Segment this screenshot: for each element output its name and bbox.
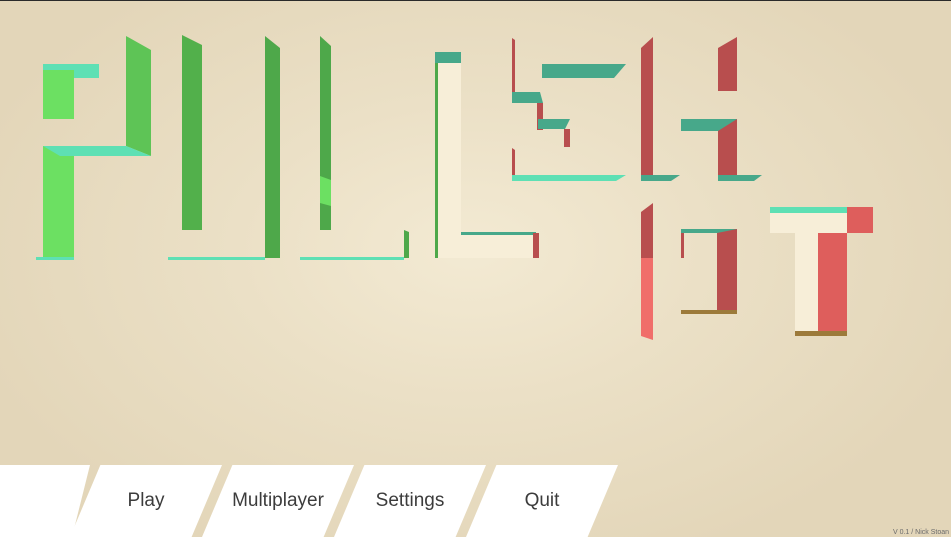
quit-label: Quit (524, 490, 560, 511)
quit-button[interactable]: Quit (466, 465, 618, 537)
multiplayer-button[interactable]: Multiplayer (202, 465, 354, 537)
main-menu: Play Multiplayer Settings Quit (0, 465, 640, 537)
play-button[interactable]: Play (70, 465, 222, 537)
logo-letter-e (512, 38, 626, 181)
logo-letter-h (641, 37, 762, 181)
logo-letter-l (435, 52, 539, 258)
logo-letter-t (770, 207, 873, 336)
settings-button[interactable]: Settings (334, 465, 486, 537)
version-text: V 0.1 / Nick Stoan (892, 529, 949, 536)
settings-label: Settings (375, 490, 445, 511)
play-label: Play (127, 490, 165, 511)
logo-letter-i (641, 203, 653, 340)
logo-letter-d (681, 229, 737, 314)
logo-letter-p (36, 36, 151, 260)
game-logo (36, 35, 873, 340)
logo-letter-u2 (300, 36, 409, 260)
logo-letter-u1 (168, 35, 280, 260)
multiplayer-label: Multiplayer (232, 490, 324, 511)
